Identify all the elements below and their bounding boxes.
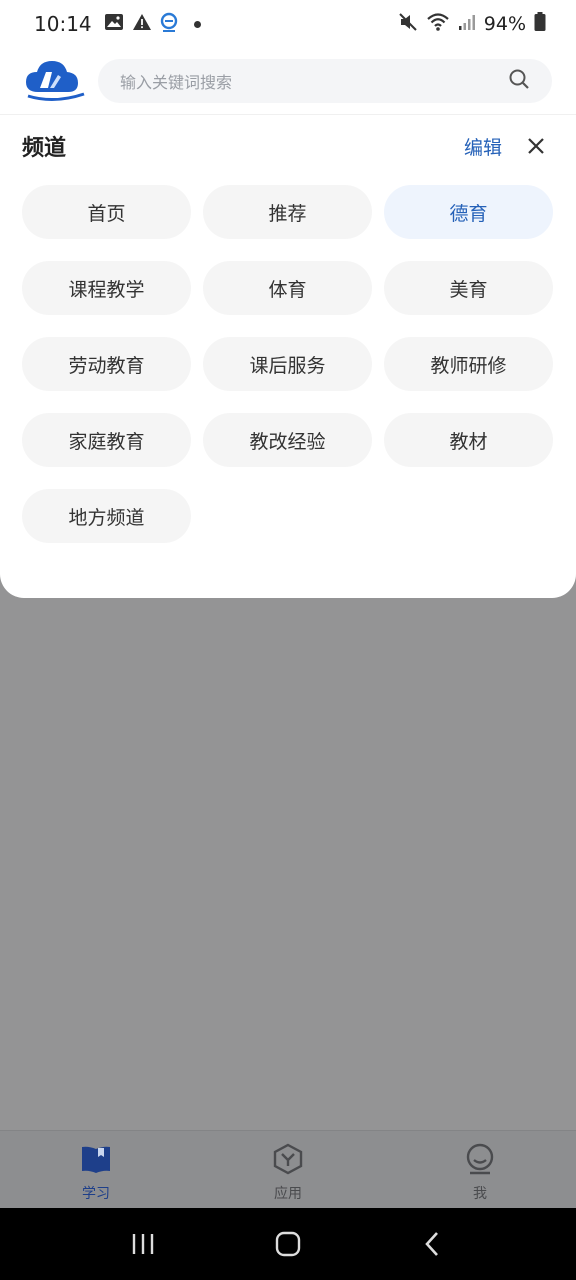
profile-icon [464,1143,496,1179]
gallery-icon [104,13,124,35]
channel-panel: 频道 编辑 首页 推荐 德育 课程教学 体育 美育 劳动教育 课后服务 教师研修… [0,114,576,598]
tab-me-label: 我 [473,1186,487,1202]
signal-icon [458,13,476,36]
close-icon[interactable] [524,134,548,158]
tab-apps[interactable]: 应用 [192,1131,384,1208]
more-notifications-dot [193,20,201,28]
app-header: 输入关键词搜索 [0,48,576,114]
channel-chip[interactable]: 首页 [22,185,191,239]
status-time: 10:14 [34,12,92,36]
tab-study-label: 学习 [82,1186,110,1202]
book-icon [80,1143,112,1179]
recent-apps-icon[interactable] [119,1220,167,1268]
channel-chip[interactable]: 教师研修 [384,337,553,391]
channel-chip[interactable]: 推荐 [203,185,372,239]
tab-apps-label: 应用 [274,1186,302,1202]
apps-hexagon-icon [272,1143,304,1179]
channel-panel-header: 频道 编辑 [22,129,548,163]
app-logo-icon [24,58,86,104]
battery-icon [534,11,546,37]
channel-chip-active[interactable]: 德育 [384,185,553,239]
channel-chip[interactable]: 课后服务 [203,337,372,391]
home-icon[interactable] [264,1220,312,1268]
tab-study[interactable]: 学习 [0,1131,192,1208]
channel-chip[interactable]: 课程教学 [22,261,191,315]
search-bar[interactable]: 输入关键词搜索 [98,59,552,103]
tab-me[interactable]: 我 [384,1131,576,1208]
channel-chip[interactable]: 教改经验 [203,413,372,467]
bottom-tab-bar: 学习 应用 我 [0,1130,576,1208]
search-input[interactable]: 输入关键词搜索 [120,69,508,93]
channel-chip[interactable]: 地方频道 [22,489,191,543]
channel-chip[interactable]: 教材 [384,413,553,467]
channel-panel-title: 频道 [22,136,67,161]
wifi-icon [426,12,450,37]
channel-chip[interactable]: 家庭教育 [22,413,191,467]
edit-button[interactable]: 编辑 [464,133,502,160]
back-icon[interactable] [409,1220,457,1268]
battery-percent: 94% [483,13,526,35]
app-notification-icon [160,12,178,36]
mute-icon [398,12,418,37]
channel-grid: 首页 推荐 德育 课程教学 体育 美育 劳动教育 课后服务 教师研修 家庭教育 … [22,185,554,543]
warning-icon [132,13,152,35]
system-navigation-bar [0,1208,576,1280]
channel-chip[interactable]: 美育 [384,261,553,315]
search-icon[interactable] [508,68,530,94]
channel-chip[interactable]: 体育 [203,261,372,315]
channel-chip[interactable]: 劳动教育 [22,337,191,391]
status-bar: 10:14 94% [0,0,576,48]
